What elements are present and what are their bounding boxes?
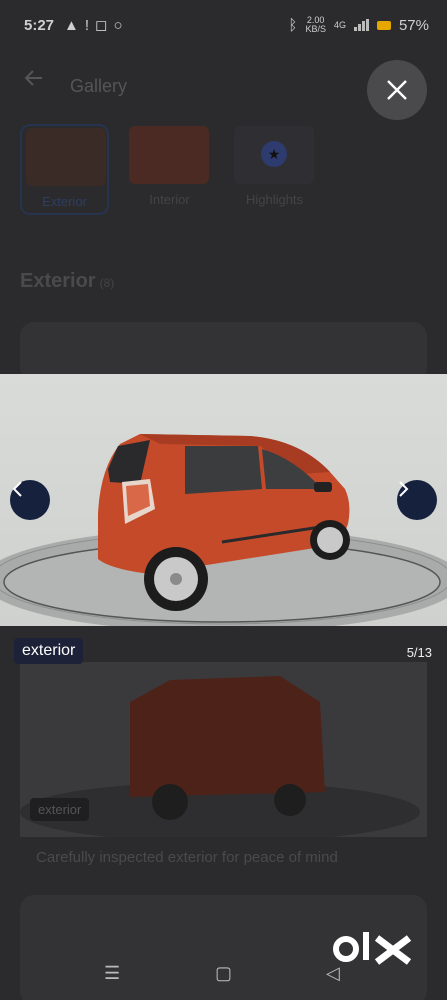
image-category-tag: exterior <box>14 638 84 664</box>
close-icon <box>387 80 407 100</box>
tab-exterior[interactable]: Exterior <box>20 124 109 215</box>
status-time: 5:27 <box>24 17 55 34</box>
gallery-tabs: Exterior Interior ★ Highlights <box>20 124 319 215</box>
olx-watermark <box>333 928 412 977</box>
chevron-right-icon <box>399 481 409 497</box>
bluetooth-icon: ᛒ <box>288 16 298 34</box>
status-bar: 5:27 ▲ ! ◻ ○ ᛒ 2.00 KB/S 4G 57% <box>0 0 447 50</box>
section-title-text: Exterior <box>20 270 96 292</box>
image-counter: 5/13 <box>406 645 432 660</box>
tab-label: Exterior <box>42 194 87 209</box>
section-count: (8) <box>99 276 115 290</box>
battery-icon <box>376 20 391 30</box>
tab-label: Highlights <box>245 192 304 207</box>
speed-unit: KB/S <box>305 24 326 34</box>
close-button[interactable] <box>367 60 427 120</box>
back-arrow-icon[interactable] <box>22 66 46 95</box>
status-right: ᛒ 2.00 KB/S 4G 57% <box>288 16 429 34</box>
tab-highlights[interactable]: ★ Highlights <box>230 124 319 215</box>
chevron-left-icon <box>12 481 22 497</box>
photo-tag: exterior <box>30 798 90 821</box>
car-photo <box>0 434 447 626</box>
image-viewer[interactable] <box>0 374 447 626</box>
notification-icons: ▲ ! ◻ ○ <box>64 16 123 35</box>
sync-icon: ○ <box>113 16 123 34</box>
photo-caption: Carefully inspected exterior for peace o… <box>36 849 338 866</box>
gallery-title: Gallery <box>70 76 128 96</box>
home-icon[interactable]: ▢ <box>215 963 232 984</box>
olx-logo <box>333 932 412 965</box>
signal-icon <box>353 19 369 31</box>
tab-label: Interior <box>149 192 190 207</box>
next-image-button[interactable] <box>397 480 437 520</box>
network-type: 4G <box>333 20 346 30</box>
interior-thumbnail <box>129 126 209 184</box>
battery-level: 57% <box>398 16 429 34</box>
photo-card[interactable] <box>20 322 427 382</box>
tab-interior[interactable]: Interior <box>125 124 214 215</box>
exterior-thumbnail <box>26 128 106 186</box>
alert-icon: ! <box>84 16 90 34</box>
star-icon: ★ <box>261 141 287 167</box>
menu-icon[interactable]: ☰ <box>104 963 120 984</box>
section-title: Exterior (8) <box>20 270 114 293</box>
network-speed: 2.00 KB/S <box>305 16 326 34</box>
previous-image-button[interactable] <box>10 480 50 520</box>
app-icon: ◻ <box>95 17 108 34</box>
notification-icon: ▲ <box>64 16 79 34</box>
